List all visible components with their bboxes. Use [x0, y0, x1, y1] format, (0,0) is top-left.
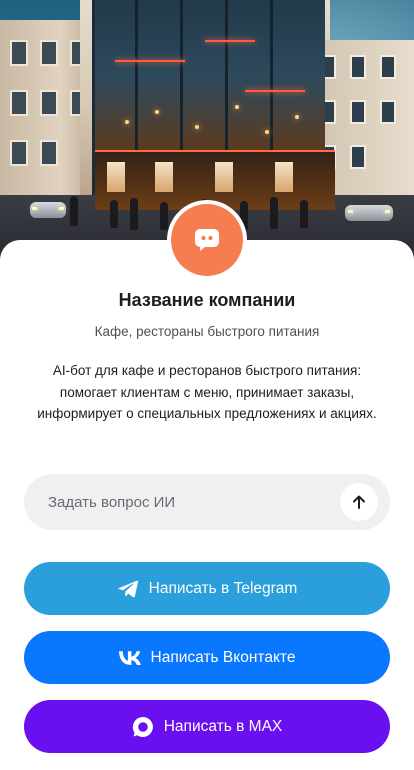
arrow-up-icon [353, 495, 365, 509]
vk-button[interactable]: Написать Вконтакте [24, 631, 390, 684]
company-description: AI-бот для кафе и ресторанов быстрого пи… [37, 363, 377, 421]
vk-button-label: Написать Вконтакте [150, 648, 296, 666]
telegram-button[interactable]: Написать в Telegram [24, 562, 390, 615]
ask-ai-input[interactable] [48, 474, 348, 530]
company-avatar [167, 200, 247, 280]
telegram-button-label: Написать в Telegram [148, 579, 298, 597]
ask-ai-box [24, 474, 390, 530]
telegram-icon [117, 579, 139, 599]
company-category: Кафе, рестораны быстрого питания [94, 324, 320, 339]
send-button[interactable] [340, 483, 378, 521]
chat-bot-icon [195, 229, 219, 251]
max-icon [132, 716, 154, 738]
vk-icon [118, 650, 141, 665]
max-button-label: Написать в MAX [163, 717, 283, 735]
max-button[interactable]: Написать в MAX [24, 700, 390, 753]
company-name: Название компании [118, 290, 296, 310]
